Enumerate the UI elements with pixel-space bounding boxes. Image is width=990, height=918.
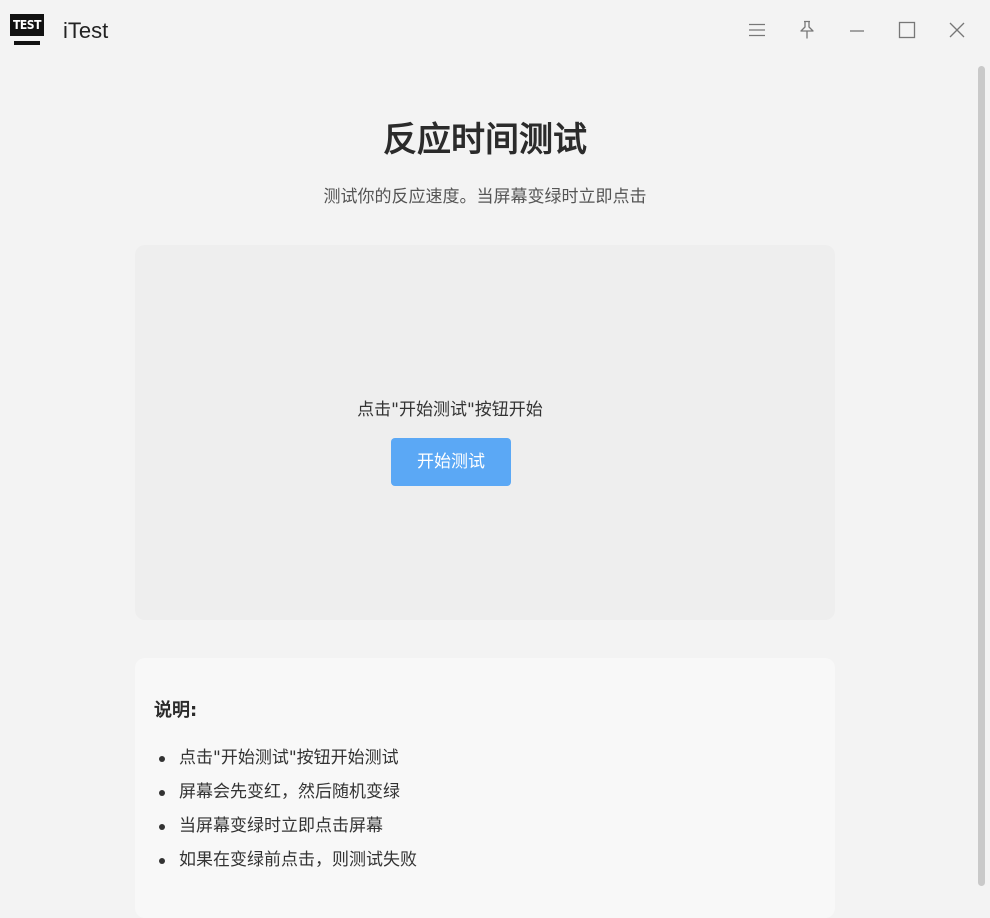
menu-icon[interactable] [745, 18, 769, 42]
minimize-icon[interactable] [845, 18, 869, 42]
list-item: 屏幕会先变红，然后随机变绿 [135, 775, 417, 809]
bullet-icon [159, 824, 165, 830]
page-title: 反应时间测试 [383, 120, 587, 160]
bullet-icon [159, 858, 165, 864]
bullet-icon [159, 756, 165, 762]
list-item: 如果在变绿前点击，则测试失败 [135, 843, 417, 877]
pin-icon[interactable] [795, 18, 819, 42]
instructions-card: 说明: 点击"开始测试"按钮开始测试 屏幕会先变红，然后随机变绿 当屏幕变绿时立… [135, 658, 835, 918]
app-title: iTest [63, 18, 109, 43]
reaction-test-area[interactable]: 点击"开始测试"按钮开始 开始测试 [135, 245, 835, 620]
list-item-text: 如果在变绿前点击，则测试失败 [179, 850, 417, 870]
list-item-text: 点击"开始测试"按钮开始测试 [179, 748, 399, 768]
list-item: 点击"开始测试"按钮开始测试 [135, 741, 417, 775]
list-item-text: 当屏幕变绿时立即点击屏幕 [179, 816, 383, 836]
title-bar: TEST iTest [0, 0, 990, 62]
bullet-icon [159, 790, 165, 796]
app-logo: TEST [10, 14, 46, 46]
page-subtitle: 测试你的反应速度。当屏幕变绿时立即点击 [323, 187, 647, 207]
scrollbar[interactable] [978, 66, 985, 886]
logo-underline [14, 41, 40, 45]
close-icon[interactable] [945, 18, 969, 42]
logo-text: TEST [10, 14, 44, 36]
instructions-list: 点击"开始测试"按钮开始测试 屏幕会先变红，然后随机变绿 当屏幕变绿时立即点击屏… [135, 741, 417, 877]
list-item: 当屏幕变绿时立即点击屏幕 [135, 809, 417, 843]
instructions-heading: 说明: [154, 700, 198, 721]
start-test-button[interactable]: 开始测试 [391, 438, 511, 486]
maximize-icon[interactable] [895, 18, 919, 42]
test-prompt: 点击"开始测试"按钮开始 [357, 400, 543, 420]
list-item-text: 屏幕会先变红，然后随机变绿 [179, 782, 400, 802]
